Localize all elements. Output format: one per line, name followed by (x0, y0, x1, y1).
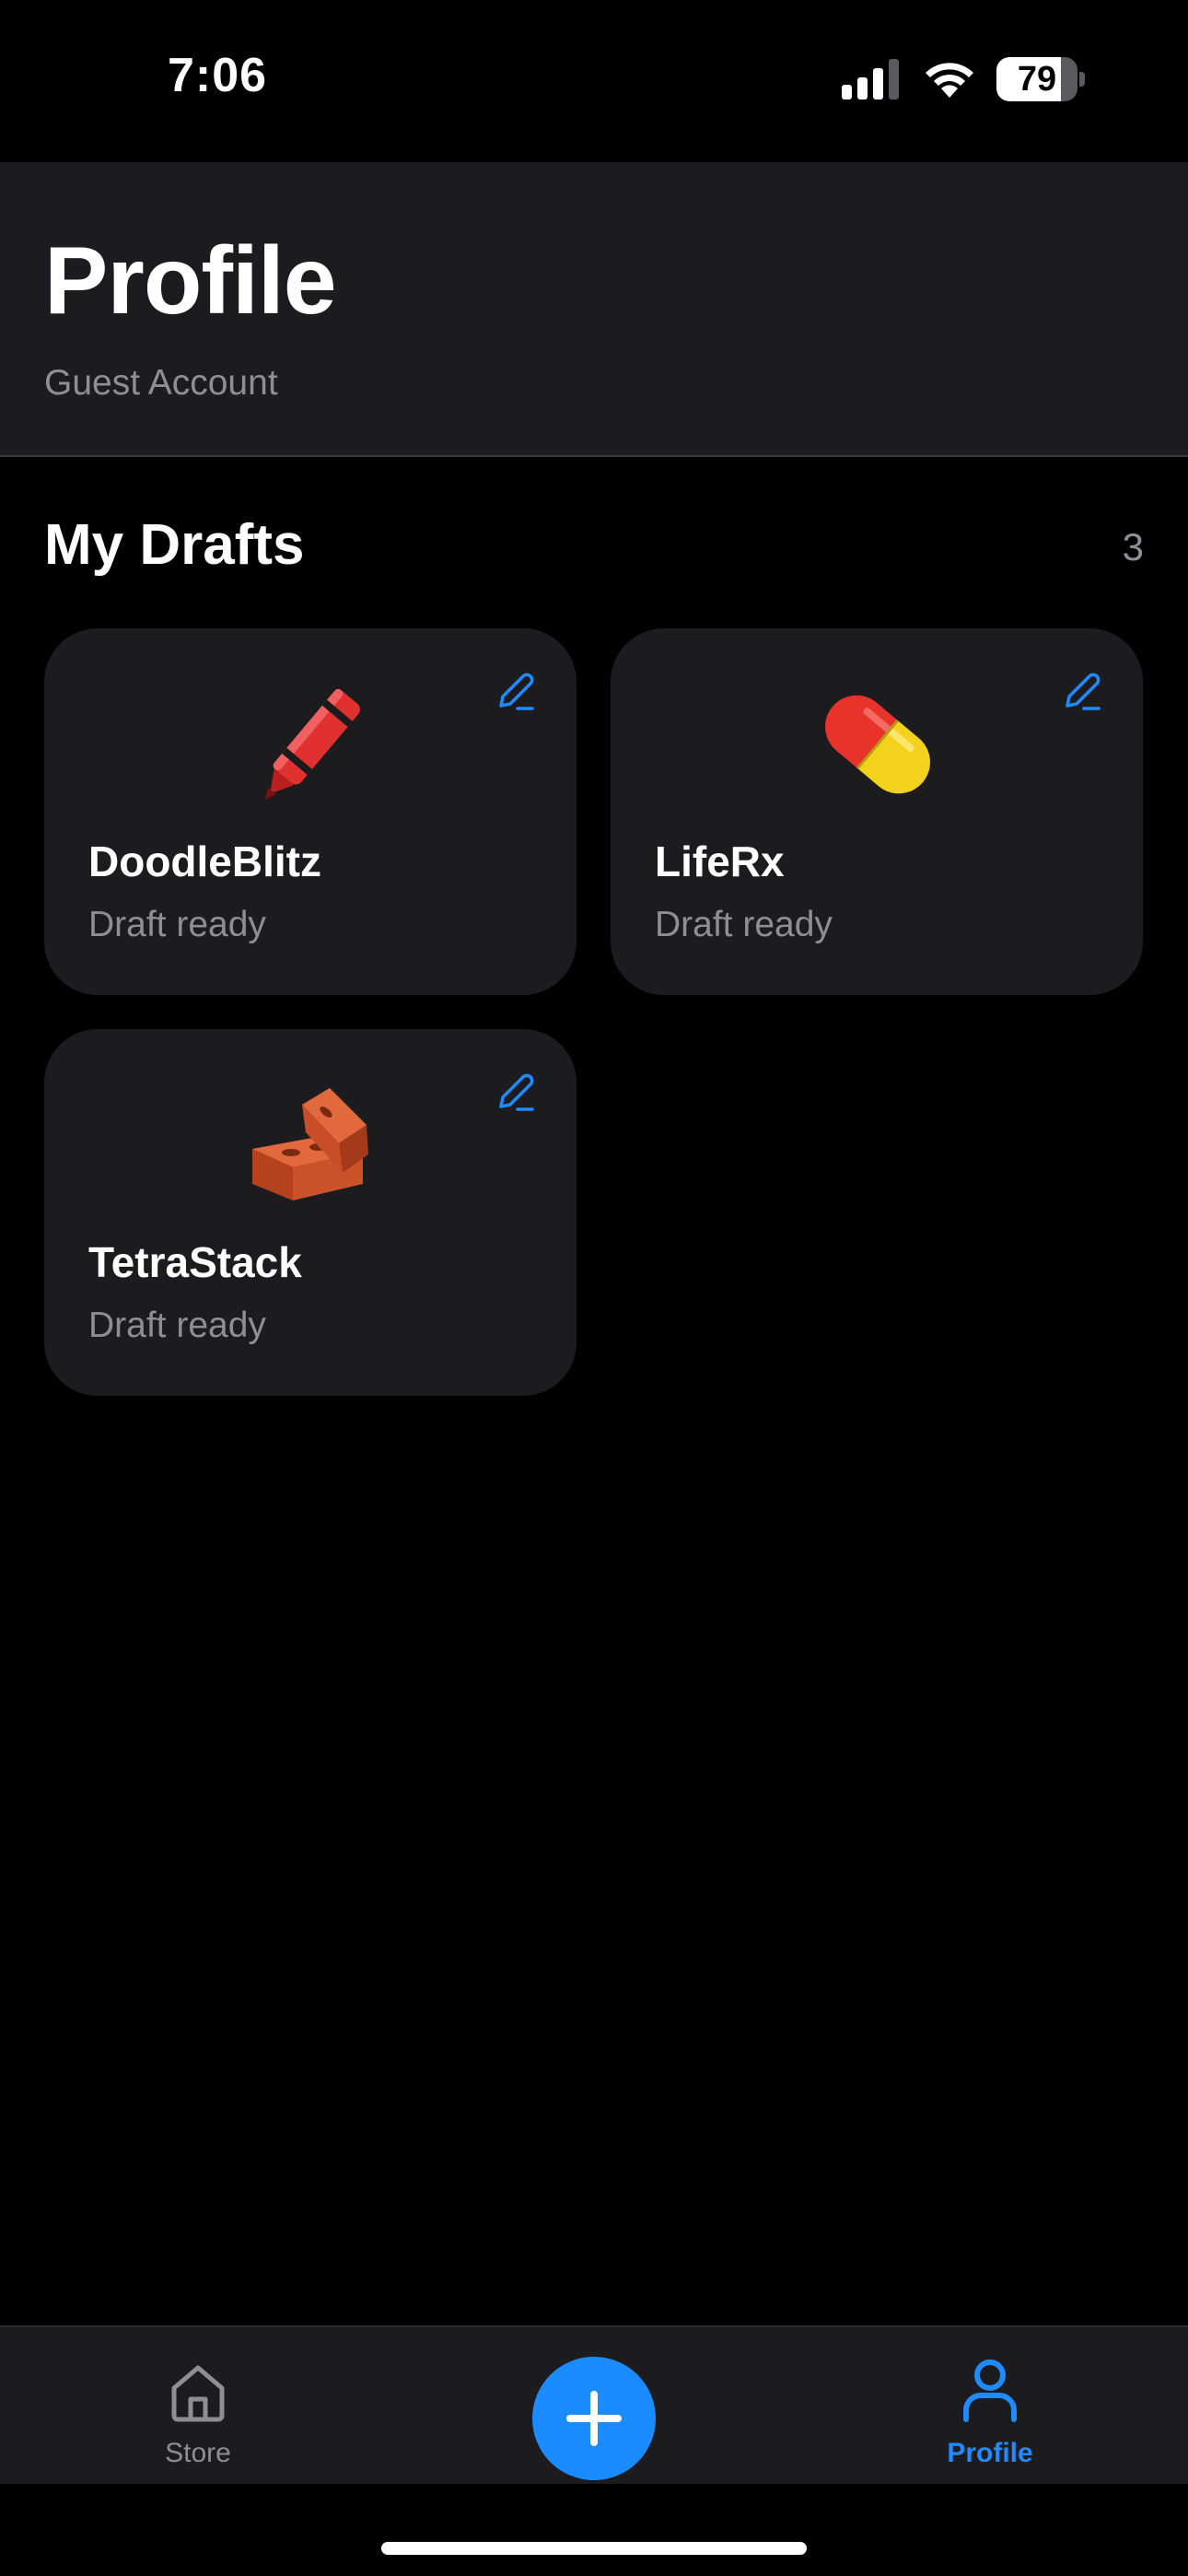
home-indicator[interactable] (381, 2542, 807, 2555)
page-title: Profile (44, 228, 337, 334)
tab-store-label: Store (165, 2438, 231, 2468)
tab-profile-label: Profile (947, 2438, 1033, 2468)
edit-draft-button[interactable] (1054, 665, 1110, 720)
section-title: My Drafts (44, 513, 305, 577)
battery-body: 79 (996, 57, 1077, 101)
house-icon (171, 2365, 225, 2422)
pencil-icon (1066, 673, 1101, 710)
battery-cap (1079, 72, 1085, 87)
battery-level: 79 (1017, 60, 1057, 99)
draft-card-doodleblitz[interactable]: DoodleBlitz Draft ready (44, 628, 577, 995)
plus-icon (566, 2391, 622, 2446)
account-subtitle: Guest Account (44, 363, 278, 403)
status-bar: 7:06 79 (0, 0, 1188, 162)
tab-bar: Store Profile (0, 2325, 1188, 2484)
tab-store[interactable]: Store (129, 2327, 267, 2484)
crayon-icon (238, 671, 385, 818)
cellular-signal-icon (842, 59, 899, 100)
pencil-icon (499, 1073, 534, 1111)
pencil-icon (499, 673, 534, 710)
add-button[interactable] (532, 2357, 656, 2480)
edit-draft-button[interactable] (488, 1066, 543, 1121)
draft-name: DoodleBlitz (88, 837, 321, 885)
draft-name: TetraStack (88, 1238, 302, 1286)
draft-card-liferx[interactable]: LifeRx Draft ready (611, 628, 1143, 995)
bricks-icon (238, 1071, 385, 1219)
status-time: 7:06 (168, 49, 268, 102)
profile-header: Profile Guest Account (0, 162, 1188, 457)
tab-profile[interactable]: Profile (921, 2327, 1059, 2484)
wifi-icon (926, 63, 973, 98)
draft-card-tetrastack[interactable]: TetraStack Draft ready (44, 1029, 577, 1396)
person-icon (963, 2359, 1017, 2422)
battery-indicator: 79 (996, 57, 1085, 101)
draft-status: Draft ready (655, 905, 833, 944)
drafts-count: 3 (1122, 525, 1144, 568)
pill-capsule-icon (804, 671, 951, 818)
draft-status: Draft ready (88, 905, 266, 944)
draft-status: Draft ready (88, 1306, 266, 1345)
edit-draft-button[interactable] (488, 665, 543, 720)
draft-name: LifeRx (655, 837, 785, 885)
